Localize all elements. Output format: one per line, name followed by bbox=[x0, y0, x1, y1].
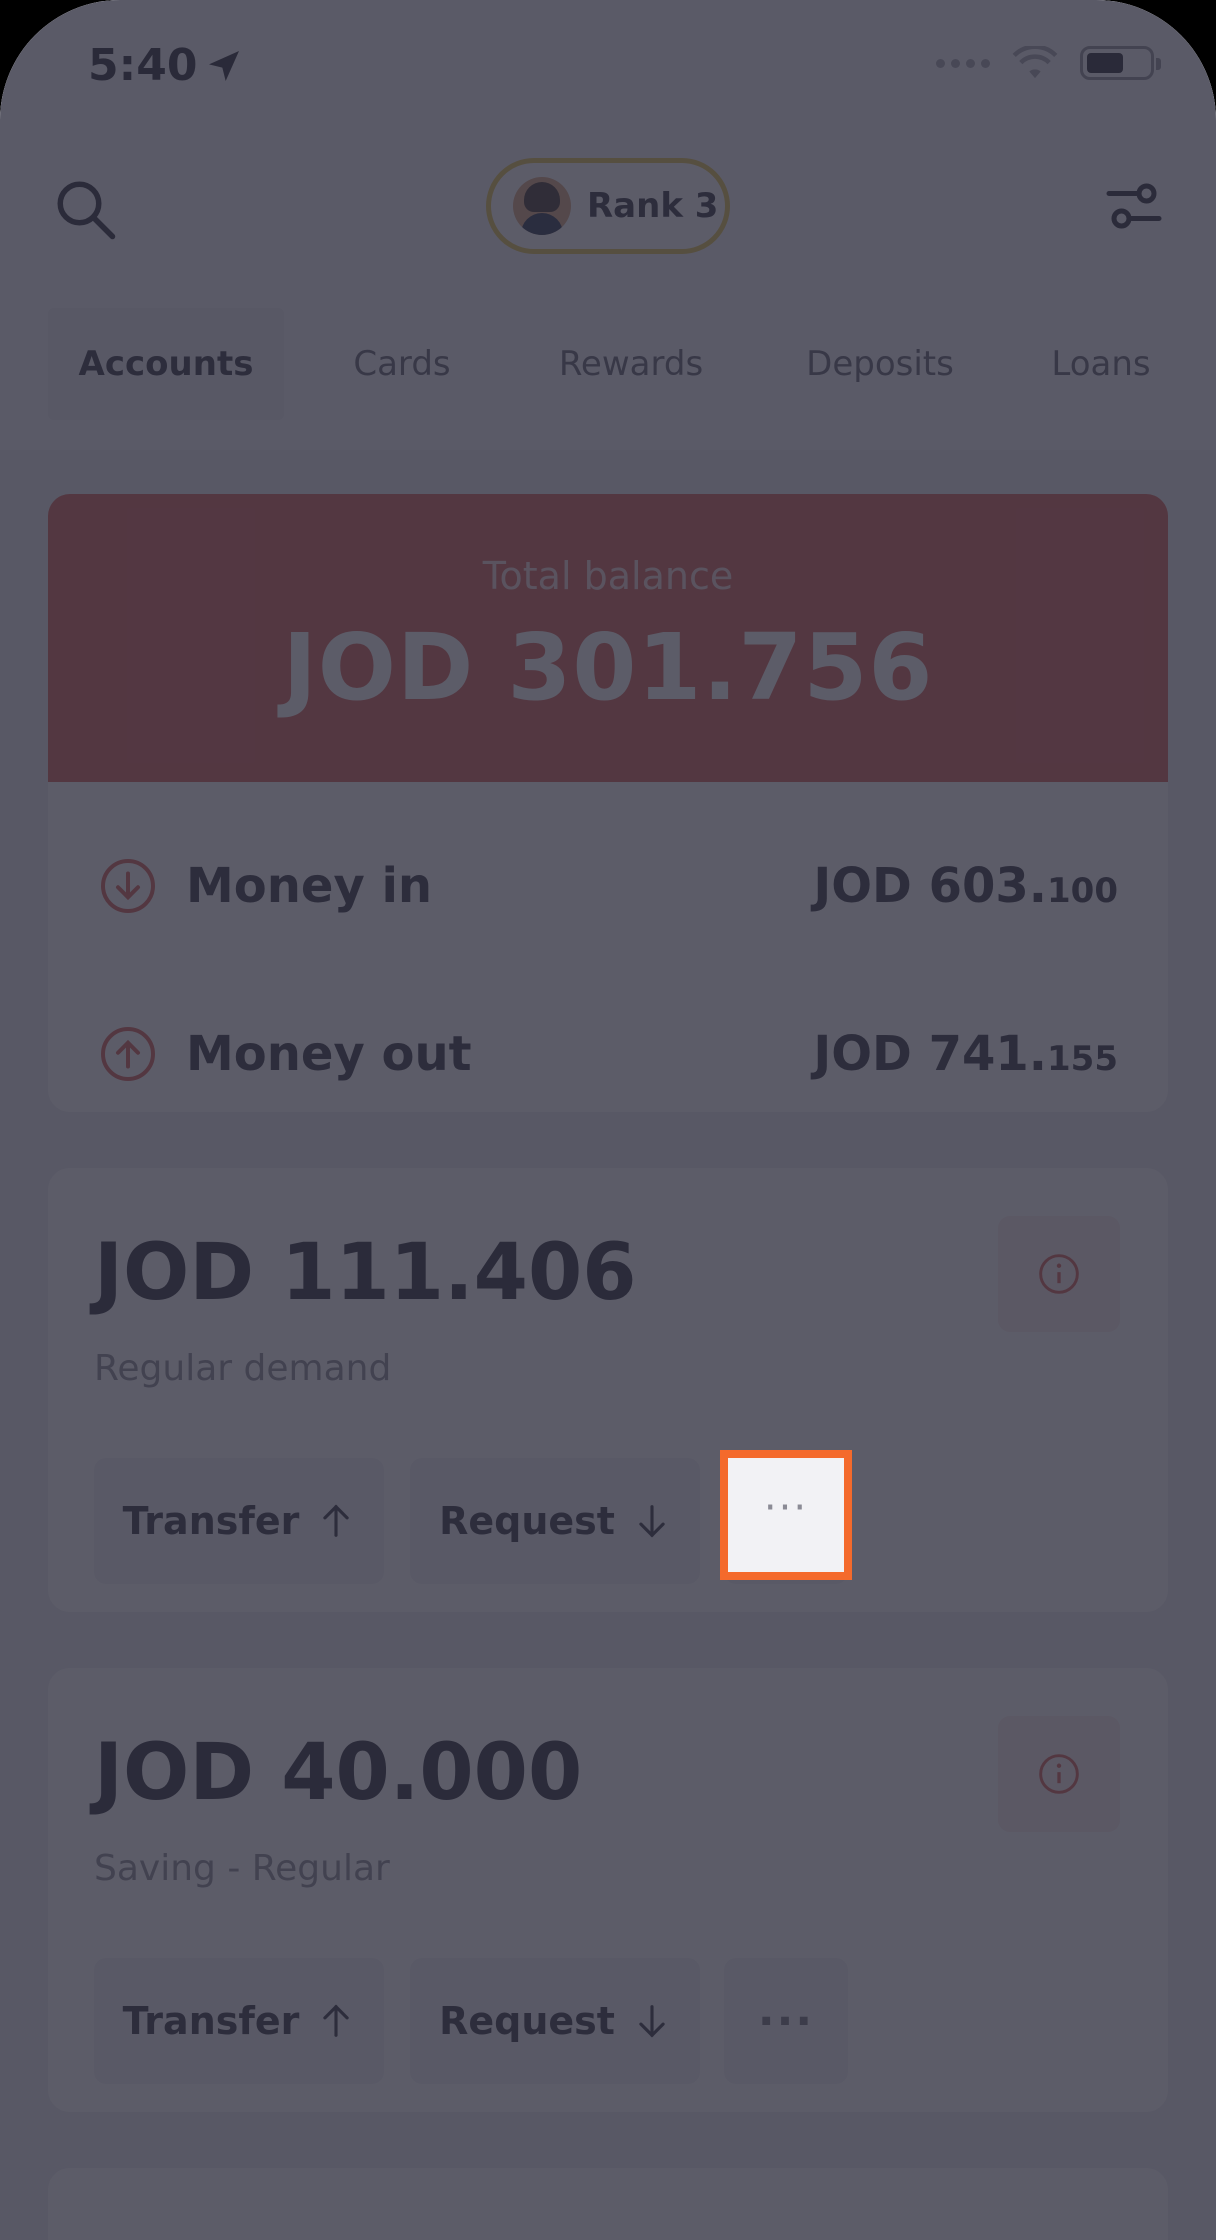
arrow-down-icon bbox=[639, 2005, 665, 2038]
arrow-up-circle-icon bbox=[101, 1027, 155, 1081]
account-type: Regular demand bbox=[94, 1348, 392, 1389]
rank-label: Rank 3 bbox=[587, 186, 719, 226]
status-indicators bbox=[936, 46, 1161, 80]
avatar bbox=[513, 177, 571, 235]
money-out-amount: JOD 741.155 bbox=[813, 1026, 1118, 1082]
money-out-row[interactable]: Money out JOD 741.155 bbox=[48, 994, 1168, 1114]
account-card[interactable] bbox=[48, 2168, 1168, 2240]
request-button[interactable]: Request bbox=[410, 1958, 700, 2084]
more-options-button[interactable]: ··· bbox=[724, 1958, 848, 2084]
total-balance-label: Total balance bbox=[482, 554, 734, 598]
account-balance: JOD 40.000 bbox=[94, 1728, 583, 1818]
header: 5:40 Rank 3 Accounts Cards Rewards Depos… bbox=[0, 0, 1216, 450]
money-in-label: Money in bbox=[186, 858, 433, 914]
account-card[interactable]: JOD 111.406 Regular demand Transfer Requ… bbox=[48, 1168, 1168, 1612]
tab-bar: Accounts Cards Rewards Deposits Loans bbox=[48, 308, 1216, 420]
account-card[interactable]: JOD 40.000 Saving - Regular Transfer Req… bbox=[48, 1668, 1168, 2112]
tab-rewards[interactable]: Rewards bbox=[520, 308, 742, 420]
money-out-label: Money out bbox=[186, 1026, 472, 1082]
more-dots: ··· bbox=[763, 1485, 809, 1531]
arrow-down-icon bbox=[639, 1505, 665, 1538]
money-in-row[interactable]: Money in JOD 603.100 bbox=[48, 826, 1168, 946]
info-icon bbox=[1039, 1254, 1079, 1294]
signal-icon bbox=[936, 58, 990, 68]
total-balance-card: Total balance JOD 301.756 bbox=[48, 494, 1168, 782]
money-in-amount: JOD 603.100 bbox=[813, 858, 1118, 914]
account-balance: JOD 111.406 bbox=[94, 1228, 637, 1318]
arrow-down-circle-icon bbox=[101, 859, 155, 913]
location-arrow-icon bbox=[209, 51, 239, 81]
tab-accounts[interactable]: Accounts bbox=[48, 308, 284, 420]
total-balance-value: JOD 301.756 bbox=[282, 614, 934, 721]
filter-sliders-icon[interactable] bbox=[1104, 176, 1164, 236]
info-button[interactable] bbox=[998, 1216, 1120, 1332]
tab-cards[interactable]: Cards bbox=[284, 308, 520, 420]
rank-badge[interactable]: Rank 3 bbox=[486, 158, 730, 254]
money-flow-card: Money in JOD 603.100 Money out JOD 741.1… bbox=[48, 782, 1168, 1112]
arrow-up-icon bbox=[323, 2004, 350, 2037]
arrow-up-icon bbox=[323, 1504, 350, 1537]
transfer-button[interactable]: Transfer bbox=[94, 1958, 384, 2084]
info-icon bbox=[1039, 1754, 1079, 1794]
highlighted-more-options-button[interactable]: ··· bbox=[720, 1450, 852, 1580]
wifi-icon bbox=[1012, 46, 1058, 79]
transfer-button[interactable]: Transfer bbox=[94, 1458, 384, 1584]
account-type: Saving - Regular bbox=[94, 1848, 390, 1889]
battery-icon bbox=[1080, 46, 1161, 80]
search-icon[interactable] bbox=[52, 176, 118, 242]
info-button[interactable] bbox=[998, 1716, 1120, 1832]
app-screen: 5:40 Rank 3 Accounts Cards Rewards Depos… bbox=[0, 0, 1216, 2240]
tab-loans[interactable]: Loans bbox=[1018, 308, 1184, 420]
tab-deposits[interactable]: Deposits bbox=[742, 308, 1018, 420]
status-time: 5:40 bbox=[88, 40, 198, 91]
request-button[interactable]: Request bbox=[410, 1458, 700, 1584]
